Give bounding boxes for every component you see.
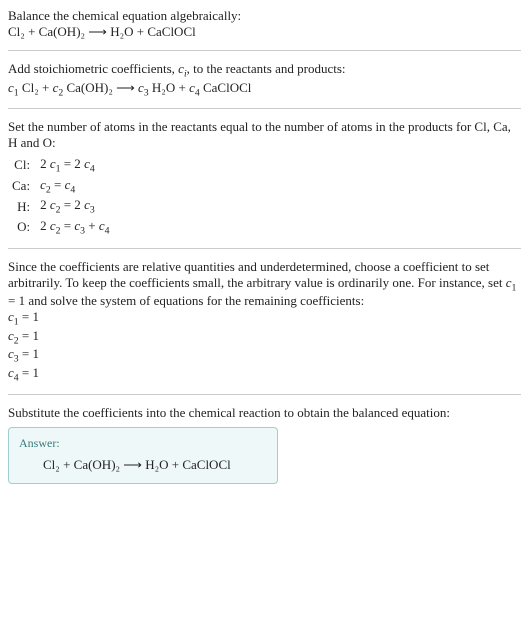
solve-text-pre: Since the coefficients are relative quan… — [8, 259, 506, 290]
el-eq: 2 c2 = 2 c3 — [36, 196, 113, 217]
section-coeffs: Add stoichiometric coefficients, ci, to … — [8, 61, 521, 109]
el-label: O: — [8, 217, 36, 238]
answer-text: Substitute the coefficients into the che… — [8, 405, 521, 421]
el-eq: 2 c2 = c3 + c4 — [36, 217, 113, 238]
coeffs-text-pre: Add stoichiometric coefficients, — [8, 61, 178, 76]
section-answer: Substitute the coefficients into the che… — [8, 405, 521, 484]
section-intro: Balance the chemical equation algebraica… — [8, 8, 521, 51]
el-eq: c2 = c4 — [36, 176, 113, 197]
coeffs-text: Add stoichiometric coefficients, ci, to … — [8, 61, 521, 80]
solve-row: c4 = 1 — [8, 365, 521, 384]
solve-text-post: = 1 and solve the system of equations fo… — [8, 293, 364, 308]
table-row: H: 2 c2 = 2 c3 — [8, 196, 113, 217]
answer-equation: Cl₂ + Ca(OH)₂ ⟶ H₂O + CaClOCl — [19, 457, 267, 473]
el-label: Cl: — [8, 155, 36, 176]
el-eq: 2 c1 = 2 c4 — [36, 155, 113, 176]
c2-t: Ca(OH)₂ ⟶ — [63, 80, 138, 95]
section-solve: Since the coefficients are relative quan… — [8, 259, 521, 395]
atoms-text: Set the number of atoms in the reactants… — [8, 119, 521, 151]
coeffs-text-post: , to the reactants and products: — [187, 61, 346, 76]
atoms-table: Cl: 2 c1 = 2 c4 Ca: c2 = c4 H: 2 c2 = 2 … — [8, 155, 113, 237]
el-label: Ca: — [8, 176, 36, 197]
coeffs-equation: c1 Cl₂ + c2 Ca(OH)₂ ⟶ c3 H₂O + c4 CaClOC… — [8, 80, 521, 99]
table-row: Ca: c2 = c4 — [8, 176, 113, 197]
c1-t: Cl₂ + — [19, 80, 53, 95]
solve-row: c1 = 1 — [8, 309, 521, 328]
solve-row: c2 = 1 — [8, 328, 521, 347]
answer-box: Answer: Cl₂ + Ca(OH)₂ ⟶ H₂O + CaClOCl — [8, 427, 278, 484]
answer-label: Answer: — [19, 436, 267, 451]
intro-equation: Cl₂ + Ca(OH)₂ ⟶ H₂O + CaClOCl — [8, 24, 521, 40]
c3-t: H₂O + — [149, 80, 189, 95]
c4-t: CaClOCl — [200, 80, 252, 95]
table-row: Cl: 2 c1 = 2 c4 — [8, 155, 113, 176]
el-label: H: — [8, 196, 36, 217]
solve-values: c1 = 1 c2 = 1 c3 = 1 c4 = 1 — [8, 309, 521, 383]
solve-c1-i: 1 — [512, 282, 517, 293]
solve-text: Since the coefficients are relative quan… — [8, 259, 521, 310]
intro-text: Balance the chemical equation algebraica… — [8, 8, 521, 24]
table-row: O: 2 c2 = c3 + c4 — [8, 217, 113, 238]
solve-row: c3 = 1 — [8, 346, 521, 365]
section-atoms: Set the number of atoms in the reactants… — [8, 119, 521, 248]
